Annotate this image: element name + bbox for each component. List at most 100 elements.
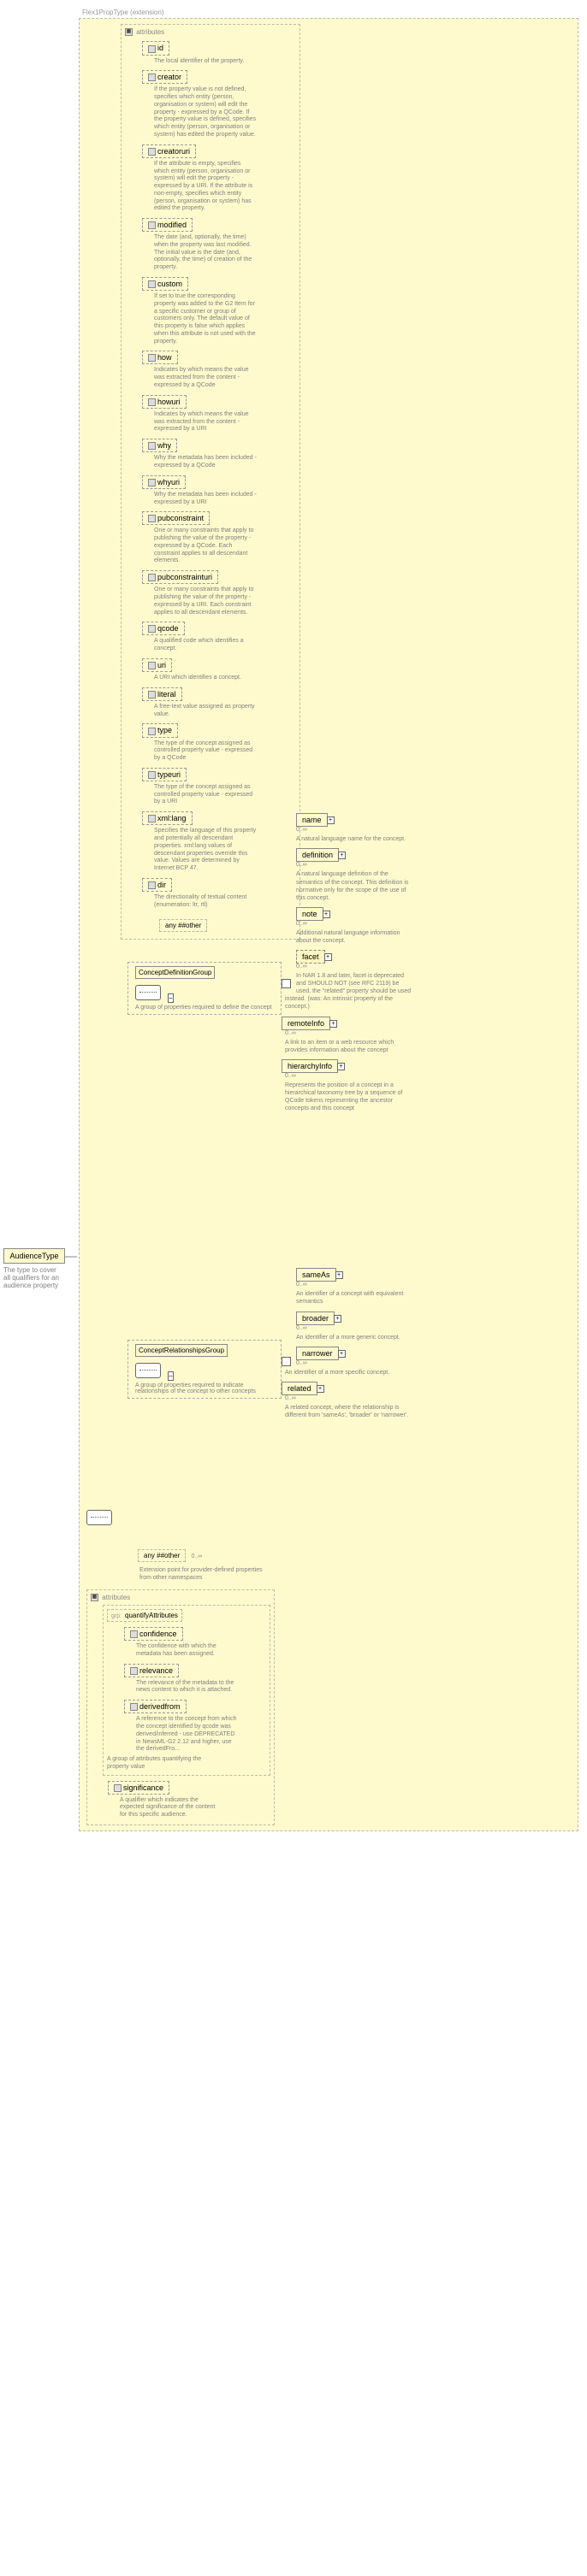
root-type: AudienceType The type to cover all quali…: [3, 1248, 65, 1289]
diagram-root: AudienceType The type to cover all quali…: [0, 0, 587, 1840]
any-desc: Extension point for provider-defined pro…: [139, 1566, 268, 1582]
attr-custom: customIf set to true the corresponding p…: [142, 277, 296, 345]
attr-name: howuri: [142, 395, 187, 409]
attr-desc: A URI which identifies a concept.: [154, 675, 257, 682]
group-title: ConceptDefinitionGroup: [135, 966, 215, 979]
element-desc: An identifier of a concept with equivale…: [285, 1290, 413, 1306]
attr-icon: [148, 442, 156, 450]
root-type-name: AudienceType: [3, 1248, 65, 1264]
attr-why: whyWhy the metadata has been included - …: [142, 439, 296, 470]
element-desc: A natural language definition of the sem…: [285, 870, 413, 901]
expand-icon[interactable]: +: [323, 911, 330, 918]
sequence-icon: [135, 985, 161, 1000]
attr-xml:lang: xml:langSpecifies the language of this p…: [142, 811, 296, 873]
group-desc: A group of properties required to define…: [135, 1005, 278, 1011]
attr-creator: creatorIf the property value is not defi…: [142, 70, 296, 139]
element-box: related+: [282, 1382, 317, 1395]
quantify-attrs-box: ▦ attributes grp: quantifyAttributes con…: [86, 1589, 275, 1825]
concept-rel-group: ConceptRelationshipsGroup − A group of p…: [127, 1340, 282, 1399]
expand-icon[interactable]: +: [335, 1271, 343, 1279]
expand-icon[interactable]: +: [338, 1350, 346, 1358]
attr-icon: [148, 881, 156, 889]
attr-desc: Indicates by which means the value was e…: [154, 367, 257, 389]
root-type-desc: The type to cover all qualifiers for an …: [3, 1266, 65, 1289]
attr-icon: [148, 221, 156, 229]
child-note: note+0..∞Additional natural language inf…: [282, 907, 436, 945]
expand-icon[interactable]: −: [168, 1371, 174, 1381]
expand-icon[interactable]: +: [338, 852, 346, 859]
connector-line: [65, 1253, 77, 1260]
attr-desc: The relevance of the metadata to the new…: [136, 1680, 239, 1695]
attr-name: dir: [142, 878, 172, 892]
attr-icon: [148, 280, 156, 288]
child-narrower: narrower+0..∞An identifier of a more spe…: [282, 1347, 436, 1376]
attr-name: custom: [142, 277, 188, 291]
attr-creatoruri: creatoruriIf the attribute is empty, spe…: [142, 144, 296, 213]
cardinality: 0..∞: [285, 1030, 436, 1036]
attr-name: derivedfrom: [124, 1700, 187, 1713]
attr-desc: A reference to the concept from which th…: [136, 1716, 239, 1754]
element-box: note+: [296, 907, 323, 921]
child-broader: broader+0..∞An identifier of a more gene…: [282, 1312, 436, 1341]
attr-icon: [148, 815, 156, 822]
quantify-desc: A group of attributes quantifying the pr…: [107, 1756, 210, 1771]
attr-type: typeThe type of the concept assigned as …: [142, 723, 296, 762]
extension-box: Flex1PropType (extension) ▦ attributes i…: [79, 9, 578, 1831]
attr-name: literal: [142, 687, 182, 701]
sequence-icon: [135, 1363, 161, 1378]
attr-name: typeuri: [142, 768, 187, 781]
sequence-icon: [282, 1357, 291, 1366]
attr-icon: [114, 1784, 122, 1792]
element-desc: Represents the position of a concept in …: [285, 1082, 413, 1112]
concept-rel-row: ConceptRelationshipsGroup − A group of p…: [121, 1340, 572, 1399]
attr-pubconstrainturi: pubconstrainturiOne or many constraints …: [142, 570, 296, 616]
attr-literal: literalA free-text value assigned as pro…: [142, 687, 296, 719]
attr-icon: [148, 691, 156, 699]
expand-icon[interactable]: +: [329, 1020, 337, 1028]
child-sameAs: sameAs+0..∞An identifier of a concept wi…: [282, 1268, 436, 1306]
expand-icon[interactable]: +: [324, 953, 332, 961]
expand-icon[interactable]: +: [327, 816, 335, 824]
element-box: facet+: [296, 950, 325, 964]
attr-relevance: relevanceThe relevance of the metadata t…: [124, 1664, 266, 1695]
attr-desc: The date (and, optionally, the time) whe…: [154, 234, 257, 272]
attributes-icon: ▦: [125, 28, 133, 36]
attr-desc: The directionality of textual content (e…: [154, 894, 257, 910]
attr-icon: [148, 148, 156, 156]
element-box: hierarchyInfo+: [282, 1059, 338, 1073]
attr-icon: [148, 771, 156, 779]
attr-typeuri: typeuri The type of the concept assigned …: [142, 768, 296, 806]
any-other-row: any ##other 0..∞ Extension point for pro…: [121, 1544, 572, 1582]
attr-desc: The confidence with which the metadata h…: [136, 1643, 239, 1659]
attr-name: pubconstraint: [142, 511, 210, 525]
any-other-element: any ##other: [138, 1549, 186, 1562]
attr-name: modified: [142, 218, 193, 232]
concept-def-row: ConceptDefinitionGroup − A group of prop…: [121, 962, 572, 1015]
attr-icon: [148, 45, 156, 53]
element-box: broader+: [296, 1312, 335, 1325]
element-desc: A natural language name for the concept.: [285, 835, 413, 843]
expand-icon[interactable]: +: [334, 1315, 341, 1323]
expand-icon[interactable]: +: [337, 1063, 345, 1070]
any-other-attr: any ##other: [159, 919, 207, 932]
attr-modified: modified The date (and, optionally, the t…: [142, 218, 296, 272]
cardinality: 0..∞: [285, 1073, 436, 1079]
element-desc: An identifier of a more specific concept…: [285, 1369, 413, 1376]
attr-name: qcode: [142, 622, 185, 635]
attr-icon: [148, 728, 156, 735]
expand-icon[interactable]: −: [168, 993, 174, 1003]
expand-icon[interactable]: +: [317, 1385, 324, 1393]
group-title: ConceptRelationshipsGroup: [135, 1344, 228, 1357]
concept-def-group: ConceptDefinitionGroup − A group of prop…: [127, 962, 282, 1015]
cardinality: 0..∞: [285, 1325, 436, 1331]
attr-desc: One or many constraints that apply to pu…: [154, 528, 257, 565]
attr-desc: A qualified code which identifies a conc…: [154, 638, 257, 653]
grp-name: quantifyAttributes: [125, 1612, 178, 1619]
attr-name: why: [142, 439, 177, 452]
attr-icon: [148, 354, 156, 362]
attr-name: id: [142, 41, 169, 55]
attr-desc: The type of the concept assigned as cont…: [154, 740, 257, 763]
attr-desc: The type of the concept assigned as cont…: [154, 784, 257, 806]
attr-whyuri: whyuriWhy the metadata has been included…: [142, 475, 296, 507]
grp-label: grp:: [111, 1613, 123, 1619]
